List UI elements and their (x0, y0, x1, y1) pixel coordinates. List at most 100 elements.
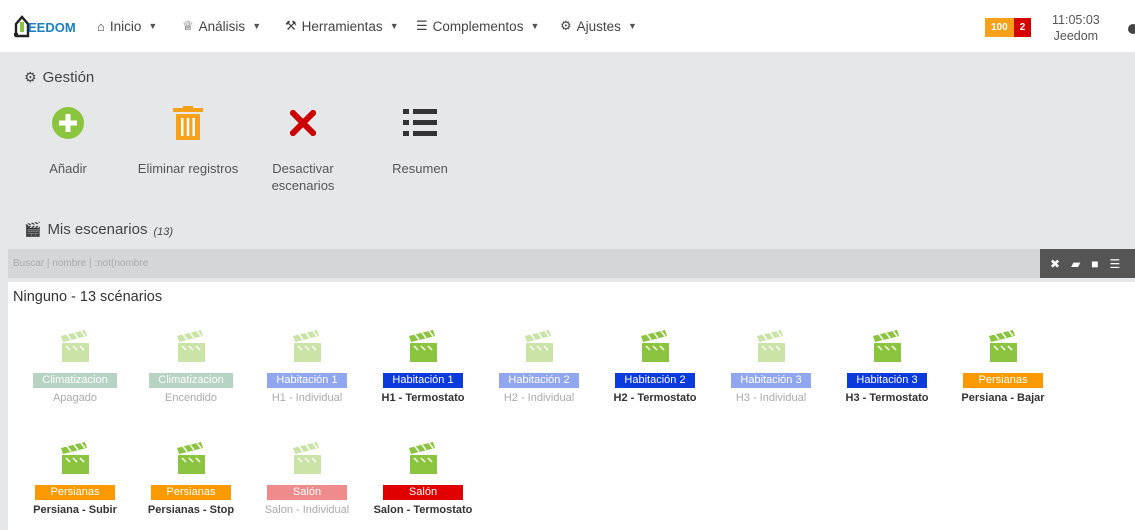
disable-scenarios-button[interactable]: Desactivar escenarios (243, 106, 363, 194)
scenario-name: H2 - Individual (503, 392, 575, 404)
clapperboard-icon (293, 330, 321, 362)
group-title: Ninguno - 13 scénarios (13, 289, 163, 305)
chevron-down-icon: ▼ (389, 21, 399, 31)
clapperboard-icon (61, 442, 89, 474)
scenario-card[interactable]: Salón Salon - Individual (249, 442, 365, 516)
scenario-card[interactable]: Habitación 2 H2 - Termostato (597, 330, 713, 404)
jeedom-logo[interactable]: EEDOM (14, 14, 80, 40)
folder-open-icon[interactable]: ▰ (1071, 257, 1080, 271)
scenario-card[interactable]: Persianas Persiana - Bajar (945, 330, 1061, 404)
scenario-group-tag: Persianas (963, 373, 1043, 388)
gestion-title: Gestión (42, 69, 95, 86)
scenario-group-tag: Habitación 2 (499, 373, 579, 388)
list-icon: ☰ (416, 18, 428, 33)
scenarios-header: 🎬 Mis escenarios (13) (24, 220, 174, 239)
scenario-group-tag: Climatizacion (33, 373, 117, 388)
summary-button-label: Resumen (392, 161, 448, 176)
scenario-card[interactable]: Persianas Persianas - Stop (133, 442, 249, 516)
scenario-name: Encendido (165, 392, 217, 404)
clapperboard-icon (61, 330, 89, 362)
trash-icon (173, 106, 203, 140)
list-icon (403, 109, 437, 136)
clapperboard-icon (409, 330, 437, 362)
scenario-card[interactable]: Habitación 2 H2 - Individual (481, 330, 597, 404)
nav-analisis[interactable]: ♕ Análisis ▼ (182, 0, 261, 52)
clapperboard-icon (525, 330, 553, 362)
summary-button[interactable]: Resumen (360, 106, 480, 177)
gestion-header: ⚙ Gestión (24, 69, 94, 86)
scenario-name: H1 - Individual (271, 392, 343, 404)
home-icon: ⌂ (97, 18, 105, 34)
scenario-group-tag: Habitación 2 (615, 373, 695, 388)
scenario-group-tag: Climatizacion (149, 373, 233, 388)
nav-ajustes-label: Ajustes (576, 18, 621, 34)
nav-herramientas[interactable]: ⚒ Herramientas ▼ (285, 0, 399, 52)
scenario-card[interactable]: Habitación 3 H3 - Termostato (829, 330, 945, 404)
user-menu-icon[interactable] (1128, 24, 1135, 34)
nav-complementos-label: Complementos (432, 18, 524, 34)
scenario-card[interactable]: Persianas Persiana - Subir (17, 442, 133, 516)
chevron-down-icon: ▼ (530, 21, 540, 31)
menu-icon[interactable]: ☰ (1110, 257, 1121, 271)
clapperboard-icon (641, 330, 669, 362)
scenario-name: Salon - Termostato (373, 504, 473, 516)
badge-alerts[interactable]: 2 (1013, 18, 1032, 37)
scenario-group-tag: Persianas (35, 485, 115, 500)
chevron-down-icon: ▼ (627, 21, 637, 31)
scenario-card[interactable]: Climatizacion Apagado (17, 330, 133, 404)
scenario-name: Apagado (52, 392, 98, 404)
scenario-group-tag: Habitación 1 (383, 373, 463, 388)
clapperboard-icon (757, 330, 785, 362)
clock-time: 11:05:03 (1052, 13, 1100, 27)
folder-icon[interactable]: ■ (1091, 257, 1098, 271)
scenario-name: Persiana - Bajar (961, 392, 1045, 404)
scenarios-title: Mis escenarios (47, 220, 148, 238)
clapperboard-icon (177, 442, 205, 474)
nav-complementos[interactable]: ☰ Complementos ▼ (416, 0, 539, 52)
gear-icon: ⚙ (24, 69, 37, 85)
clapperboard-icon (873, 330, 901, 362)
logo-text: EEDOM (28, 20, 76, 35)
clapperboard-icon (409, 442, 437, 474)
scenario-name: Salon - Individual (264, 504, 350, 516)
chevron-down-icon: ▼ (148, 21, 158, 31)
clapperboard-icon (989, 330, 1017, 362)
clock-user[interactable]: 11:05:03 Jeedom (1052, 12, 1100, 44)
nav-ajustes[interactable]: ⚙ Ajustes ▼ (560, 0, 637, 52)
nav-inicio[interactable]: ⌂ Inicio ▼ (97, 0, 157, 52)
scenario-group-tag: Persianas (151, 485, 231, 500)
chevron-down-icon: ▼ (252, 21, 262, 31)
disable-scenarios-button-label: Desactivar escenarios (271, 161, 335, 193)
scenario-group-tag: Habitación 3 (847, 373, 927, 388)
scenario-panel: Ninguno - 13 scénarios Climatizacion Apag… (8, 282, 1135, 530)
scenario-card[interactable]: Habitación 1 H1 - Individual (249, 330, 365, 404)
scenario-card[interactable]: Salón Salon - Termostato (365, 442, 481, 516)
clapperboard-icon (293, 442, 321, 474)
clapperboard-icon (177, 330, 205, 362)
message-badges[interactable]: 100 2 (985, 18, 1032, 37)
scenario-name: H3 - Termostato (845, 392, 929, 404)
gear-icon: ⚙ (560, 18, 572, 33)
top-navbar: EEDOM ⌂ Inicio ▼ ♕ Análisis ▼ ⚒ Herramie… (0, 0, 1135, 52)
analysis-icon: ♕ (182, 18, 194, 33)
search-tools: ✖ ▰ ■ ☰ (1040, 249, 1135, 278)
scenario-name: Persianas - Stop (147, 504, 235, 516)
add-button-label: Añadir (49, 161, 87, 176)
add-button[interactable]: Añadir (8, 106, 128, 177)
clear-search-icon[interactable]: ✖ (1050, 257, 1060, 271)
delete-logs-button[interactable]: Eliminar registros (128, 106, 248, 177)
user-name: Jeedom (1053, 29, 1099, 43)
scenario-card[interactable]: Habitación 1 H1 - Termostato (365, 330, 481, 404)
scenario-card[interactable]: Habitación 3 H3 - Individual (713, 330, 829, 404)
search-input[interactable] (8, 249, 1040, 278)
scenarios-count: (13) (153, 226, 174, 238)
scenario-name: H1 - Termostato (381, 392, 465, 404)
scenario-card[interactable]: Climatizacion Encendido (133, 330, 249, 404)
scenario-name: H2 - Termostato (613, 392, 697, 404)
plus-circle-icon (52, 107, 84, 139)
badge-messages[interactable]: 100 (985, 18, 1014, 37)
scenario-group-tag: Habitación 1 (267, 373, 347, 388)
clapper-icon: 🎬 (24, 220, 42, 237)
nav-herramientas-label: Herramientas (301, 18, 383, 34)
scenario-group-tag: Salón (383, 485, 463, 500)
